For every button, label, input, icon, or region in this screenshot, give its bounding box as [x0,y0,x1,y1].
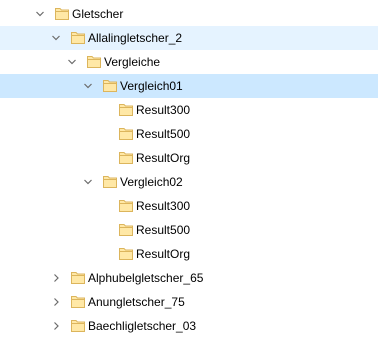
tree-item[interactable]: ResultOrg [0,242,378,266]
folder-icon [70,270,86,286]
tree-item[interactable]: ResultOrg [0,146,378,170]
chevron-right-icon[interactable] [48,290,64,314]
tree-item-label: ResultOrg [136,247,191,261]
tree-item[interactable]: Result500 [0,218,378,242]
tree-item-label: Result500 [136,127,191,141]
folder-icon [118,150,134,166]
chevron-right-icon[interactable] [48,314,64,338]
tree-item-label: Result300 [136,103,191,117]
tree-item[interactable]: Anungletscher_75 [0,290,378,314]
folder-icon [118,102,134,118]
tree-item-label: Vergleiche [104,55,161,69]
tree-item[interactable]: Vergleich01 [0,74,378,98]
folder-tree: Gletscher Allalingletscher_2 Vergleiche Ver… [0,0,378,338]
chevron-down-icon[interactable] [48,26,64,50]
folder-icon [102,174,118,190]
chevron-right-icon[interactable] [48,266,64,290]
tree-item[interactable]: Gletscher [0,2,378,26]
tree-item-label: Alphubelgletscher_65 [88,271,204,285]
tree-item[interactable]: Baechligletscher_03 [0,314,378,338]
tree-item-label: Gletscher [72,7,124,21]
folder-icon [70,30,86,46]
tree-item[interactable]: Result300 [0,194,378,218]
folder-icon [102,78,118,94]
tree-item[interactable]: Result500 [0,122,378,146]
tree-item[interactable]: Result300 [0,98,378,122]
chevron-down-icon[interactable] [80,74,96,98]
folder-icon [118,222,134,238]
chevron-down-icon[interactable] [80,170,96,194]
folder-icon [86,54,102,70]
tree-item[interactable]: Vergleich02 [0,170,378,194]
folder-icon [118,126,134,142]
tree-item-label: Result500 [136,223,191,237]
tree-item-label: Anungletscher_75 [88,295,185,309]
tree-item-label: Result300 [136,199,191,213]
tree-item-label: Vergleich01 [120,79,183,93]
folder-icon [118,246,134,262]
folder-icon [54,6,70,22]
chevron-down-icon[interactable] [32,2,48,26]
chevron-down-icon[interactable] [64,50,80,74]
tree-item-label: Baechligletscher_03 [88,319,197,333]
folder-icon [70,294,86,310]
folder-icon [70,318,86,334]
tree-item-label: Vergleich02 [120,175,183,189]
folder-icon [118,198,134,214]
tree-item[interactable]: Vergleiche [0,50,378,74]
tree-item-label: Allalingletscher_2 [88,31,183,45]
tree-item[interactable]: Allalingletscher_2 [0,26,378,50]
tree-item[interactable]: Alphubelgletscher_65 [0,266,378,290]
tree-item-label: ResultOrg [136,151,191,165]
